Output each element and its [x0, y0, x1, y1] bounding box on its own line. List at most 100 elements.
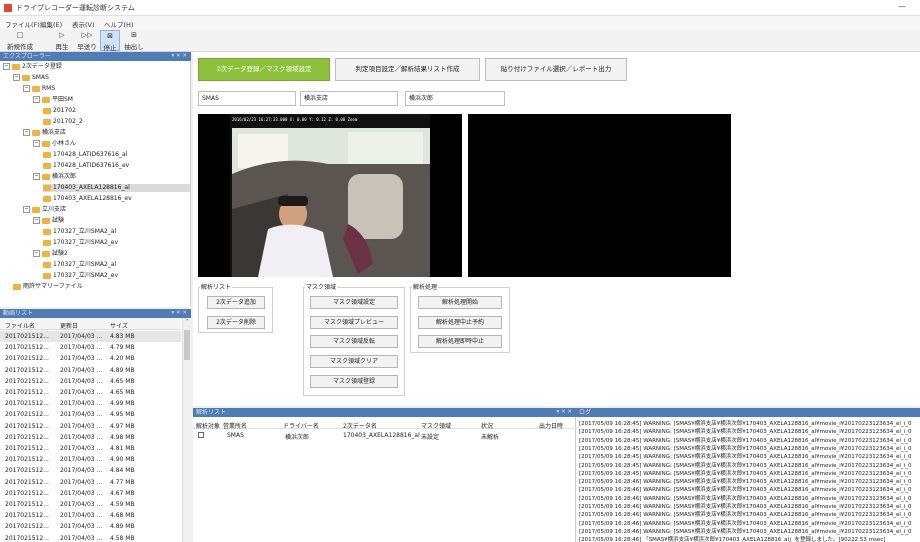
play-button[interactable]: ▷ 再生 — [51, 30, 73, 51]
tree-node-label: 170403_AXELA128816_al — [53, 184, 130, 191]
videolist-scrollbar[interactable]: ^ — [182, 318, 191, 542]
tree-node[interactable]: 170403_AXELA128816_al — [43, 184, 190, 192]
tree-node[interactable]: 170428_LATID637616_ev — [43, 162, 129, 170]
tree-node[interactable]: 170428_LATID637616_al — [43, 151, 127, 159]
menu-edit[interactable]: 編集(E) — [40, 19, 62, 29]
list-item[interactable]: 2017021512... 2017/04/03 ... 4.84 MB — [0, 465, 181, 476]
list-item[interactable]: 2017021512... 2017/04/03 ... 4.95 MB — [0, 409, 181, 420]
tree-node[interactable]: 170403_AXELA128816_ev — [43, 195, 132, 203]
driver-field[interactable]: 横浜次郎 — [405, 91, 505, 106]
mask-clear-button[interactable]: マスク領域クリア — [310, 355, 398, 368]
list-item[interactable]: 2017021512... 2017/04/03 ... 4.20 MB — [0, 353, 181, 364]
mask-set-button[interactable]: マスク領域設定 — [310, 296, 398, 309]
col-output-date[interactable]: 出力日時 — [539, 421, 563, 430]
tree-node[interactable]: − 横浜支店 — [23, 129, 66, 137]
collapse-toggle-icon[interactable]: − — [33, 96, 40, 103]
explorer-pin-buttons[interactable]: ▾ ✕ ✕ — [172, 52, 187, 61]
list-item[interactable]: 2017021512... 2017/04/03 ... 4.77 MB — [0, 477, 181, 488]
tree-node[interactable]: − SMAS — [13, 74, 49, 82]
delete-data-button[interactable]: 2次データ削除 — [207, 316, 265, 329]
scroll-thumb[interactable] — [184, 330, 190, 360]
list-item[interactable]: 2017021512... 2017/04/03 ... 4.89 MB — [0, 521, 181, 532]
collapse-toggle-icon[interactable]: − — [23, 206, 30, 213]
collapse-toggle-icon[interactable]: − — [33, 173, 40, 180]
tree-node[interactable]: − 2次データ登録 — [3, 63, 62, 71]
collapse-toggle-icon[interactable]: − — [23, 85, 30, 92]
branch-field[interactable]: 横浜支店 — [300, 91, 398, 106]
list-item[interactable]: 2017021512... 2017/04/03 ... 4.99 MB — [0, 398, 181, 409]
start-analysis-button[interactable]: 解析処理開始 — [418, 296, 502, 309]
mask-register-button[interactable]: マスク領域登録 — [310, 375, 398, 388]
tree-node[interactable]: − 試験 — [33, 217, 64, 225]
menu-file[interactable]: ファイル(F) — [5, 19, 40, 29]
row-checkbox[interactable] — [198, 432, 204, 438]
company-field[interactable]: SMAS — [198, 91, 296, 106]
folder-icon — [43, 162, 51, 169]
list-item[interactable]: 2017021512... 2017/04/03 ... 4.67 MB — [0, 488, 181, 499]
list-item[interactable]: 2017021512... 2017/04/03 ... 4.90 MB — [0, 454, 181, 465]
collapse-toggle-icon[interactable]: − — [33, 217, 40, 224]
reserve-stop-button[interactable]: 解析処理中止予約 — [418, 316, 502, 329]
tab-data-registration[interactable]: 2次データ登録／マスク領域設定 — [198, 58, 330, 81]
list-item[interactable]: 2017021512... 2017/04/03 ... 4.59 MB — [0, 499, 181, 510]
collapse-toggle-icon[interactable]: − — [33, 250, 40, 257]
tree-node[interactable]: 201702 — [43, 107, 76, 115]
list-item[interactable]: 2017021512... 2017/04/03 ... 4.65 MB — [0, 387, 181, 398]
tree-node[interactable]: − 横浜次郎 — [33, 173, 76, 181]
collapse-toggle-icon[interactable]: − — [3, 63, 10, 70]
list-item[interactable]: 2017021512... 2017/04/03 ... 4.68 MB — [0, 510, 181, 521]
video-player[interactable]: 2016/02/23 16:27:33.000 X: 0.00 Y: 0.12 … — [198, 114, 462, 277]
fast-forward-button[interactable]: ▷▷ 早送り — [75, 30, 99, 51]
tree-node[interactable]: − RMS — [23, 85, 55, 93]
list-item[interactable]: 2017021512... 2017/04/03 ... 4.97 MB — [0, 421, 181, 432]
tree-node[interactable]: 雨許サマリーファイル — [13, 283, 83, 291]
col-mask[interactable]: マスク領域 — [421, 421, 451, 430]
list-item-size: 4.67 MB — [110, 489, 135, 497]
tree-node[interactable]: 170327_立川SMA2_ev — [43, 272, 118, 280]
extract-button[interactable]: ⊞ 抽出し — [122, 30, 146, 51]
tree-node[interactable]: 170327_立川SMA2_al — [43, 228, 116, 236]
table-row[interactable]: SMAS 横浜次郎 170403_AXELA128816_al 未設定 未解析 — [193, 430, 576, 441]
tab-report-output[interactable]: 貼り付けファイル選択／レポート出力 — [485, 58, 627, 81]
col-driver[interactable]: ドライバー名 — [283, 421, 319, 430]
tree-node[interactable]: 170327_立川SMA2_ev — [43, 239, 118, 247]
list-item[interactable]: 2017021512... 2017/04/03 ... 4.83 MB — [0, 331, 181, 342]
stop-button[interactable]: ⊠ 停止 — [100, 30, 120, 52]
col-status[interactable]: 状況 — [481, 421, 493, 430]
collapse-toggle-icon[interactable]: − — [13, 74, 20, 81]
list-item[interactable]: 2017021512... 2017/04/03 ... 4.98 MB — [0, 432, 181, 443]
immediate-stop-button[interactable]: 解析処理即時中止 — [418, 335, 502, 348]
secondary-video-player[interactable] — [468, 114, 731, 277]
list-item[interactable]: 2017021512... 2017/04/03 ... 4.81 MB — [0, 443, 181, 454]
minimize-button[interactable]: — — [898, 2, 906, 11]
tree-node[interactable]: − 平田SM — [33, 96, 73, 104]
collapse-toggle-icon[interactable]: − — [23, 129, 30, 136]
mask-preview-button[interactable]: マスク領域プレビュー — [310, 316, 398, 329]
tab-judgement-settings[interactable]: 判定項目設定／解析結果リスト作成 — [335, 58, 480, 81]
col-data-name[interactable]: 2次データ名 — [343, 421, 377, 430]
add-data-button[interactable]: 2次データ追加 — [207, 296, 265, 309]
tree-node[interactable]: 201702_2 — [43, 118, 83, 126]
menu-help[interactable]: ヘルプ(H) — [104, 19, 133, 29]
analysis-table-pin-buttons[interactable]: ▾ ✕ ✕ — [557, 408, 572, 417]
menu-view[interactable]: 表示(V) — [72, 19, 95, 29]
column-size[interactable]: サイズ — [110, 321, 128, 330]
col-target[interactable]: 解析対象 — [196, 421, 220, 430]
scroll-up-icon[interactable]: ^ — [185, 319, 189, 325]
tree-node[interactable]: 170327_立川SMA2_al — [43, 261, 116, 269]
list-item[interactable]: 2017021512... 2017/04/03 ... 4.79 MB — [0, 342, 181, 353]
col-office[interactable]: 営業所名 — [223, 421, 247, 430]
tree-node[interactable]: − 試験2 — [33, 250, 68, 258]
list-item[interactable]: 2017021512... 2017/04/03 ... 4.89 MB — [0, 365, 181, 376]
column-filename[interactable]: ファイル名 — [5, 321, 35, 330]
folder-icon — [43, 261, 51, 268]
mask-invert-button[interactable]: マスク領域反転 — [310, 335, 398, 348]
tree-node[interactable]: − 立川支店 — [23, 206, 66, 214]
new-button[interactable]: □ 新規作成 — [5, 30, 35, 51]
videolist-pin-buttons[interactable]: ▾ ✕ ✕ — [172, 309, 187, 318]
column-updated[interactable]: 更新日 — [60, 321, 78, 330]
collapse-toggle-icon[interactable]: − — [33, 140, 40, 147]
list-item[interactable]: 2017021512... 2017/04/03 ... 4.58 MB — [0, 533, 181, 542]
list-item[interactable]: 2017021512... 2017/04/03 ... 4.65 MB — [0, 376, 181, 387]
tree-node[interactable]: − 小林さん — [33, 140, 76, 148]
